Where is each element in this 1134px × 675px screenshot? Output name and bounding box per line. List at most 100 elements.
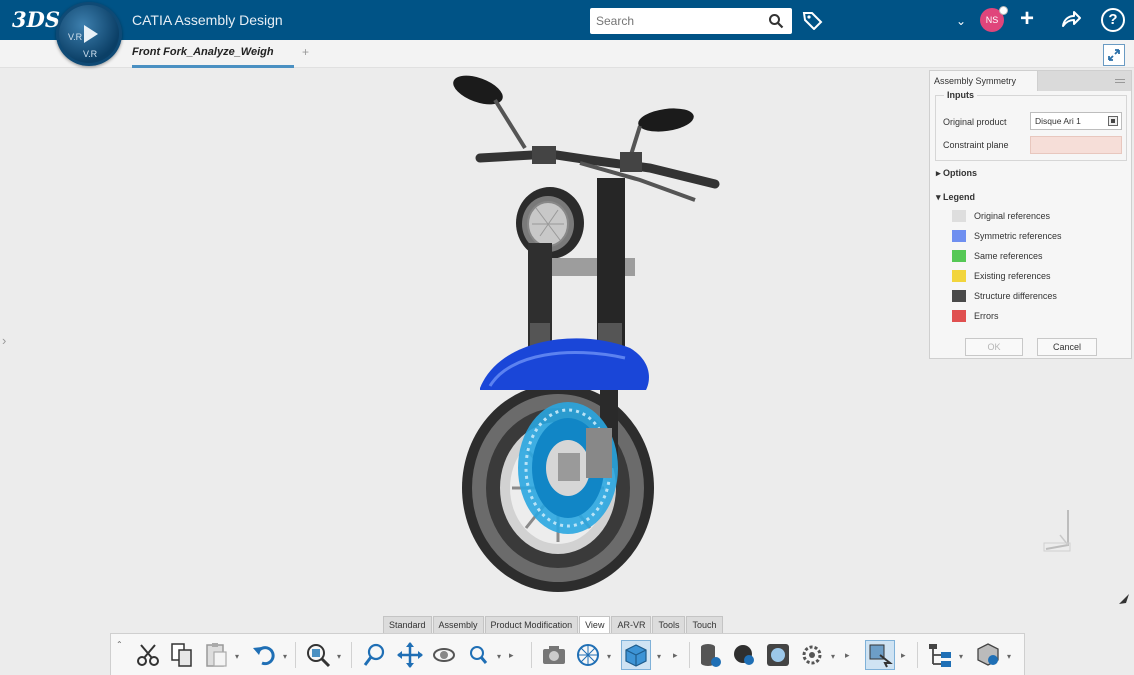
- document-tab[interactable]: Front Fork_Analyze_Weigh: [132, 46, 298, 58]
- share-icon[interactable]: [1060, 9, 1082, 34]
- chevron-right-icon[interactable]: ›: [2, 333, 6, 348]
- chevron-down-icon[interactable]: ▾: [831, 652, 835, 661]
- legend-label: Symmetric references: [974, 231, 1062, 241]
- arrow-icon[interactable]: [1117, 592, 1131, 611]
- 3d-model-viewport[interactable]: [440, 68, 740, 598]
- compass-label-bottom: V.R: [83, 49, 98, 59]
- ok-button[interactable]: OK: [965, 338, 1023, 356]
- tab-tools[interactable]: Tools: [652, 616, 686, 633]
- search-input[interactable]: [596, 12, 761, 30]
- assembly-symmetry-panel: Assembly Symmetry Inputs Original produc…: [929, 70, 1132, 359]
- globe-settings-icon[interactable]: [729, 640, 759, 670]
- original-product-label: Original product: [943, 117, 1007, 127]
- shading-icon[interactable]: [621, 640, 651, 670]
- database-icon[interactable]: [695, 640, 725, 670]
- status-indicator: [999, 6, 1008, 15]
- legend-label: Legend: [943, 192, 976, 202]
- separator: [351, 642, 352, 668]
- grip-icon[interactable]: [1115, 79, 1125, 83]
- chevron-right-icon[interactable]: ▸: [509, 650, 514, 661]
- fit-all-icon[interactable]: [303, 640, 333, 670]
- legend-section-toggle[interactable]: ▾ Legend: [936, 192, 975, 203]
- render-icon[interactable]: [763, 640, 793, 670]
- chevron-down-icon[interactable]: ⌄: [956, 14, 966, 28]
- legend-label: Errors: [974, 311, 999, 321]
- undo-icon[interactable]: [249, 640, 279, 670]
- gear-icon[interactable]: [797, 640, 827, 670]
- zoom-icon[interactable]: [361, 640, 391, 670]
- tab-standard[interactable]: Standard: [383, 616, 432, 633]
- chevron-right-icon[interactable]: ▸: [901, 650, 906, 661]
- tab-view[interactable]: View: [579, 616, 611, 633]
- rotate-icon[interactable]: [429, 640, 459, 670]
- view-mode-icon[interactable]: [573, 640, 603, 670]
- chevron-down-icon[interactable]: ▾: [1007, 652, 1011, 661]
- tree-icon[interactable]: [925, 640, 955, 670]
- paste-icon[interactable]: [201, 640, 231, 670]
- chevron-right-icon[interactable]: ▸: [673, 650, 678, 661]
- legend-label: Original references: [974, 211, 1051, 221]
- top-bar: 3DS CATIA Assembly Design ⌄ NS + ?: [0, 0, 1134, 40]
- chevron-right-icon: ▸: [936, 168, 944, 178]
- pan-icon[interactable]: [395, 640, 425, 670]
- select-icon[interactable]: [1108, 116, 1118, 126]
- axis-triad-icon[interactable]: [1040, 505, 1080, 560]
- cancel-button[interactable]: Cancel: [1037, 338, 1097, 356]
- tab-touch[interactable]: Touch: [686, 616, 723, 633]
- tag-icon[interactable]: [802, 10, 824, 35]
- play-icon[interactable]: [84, 25, 98, 43]
- capture-icon[interactable]: [539, 640, 569, 670]
- copy-icon[interactable]: [167, 640, 197, 670]
- separator: [295, 642, 296, 668]
- tab-assembly[interactable]: Assembly: [432, 616, 484, 633]
- tab-ar-vr[interactable]: AR-VR: [611, 616, 652, 633]
- separator: [917, 642, 918, 668]
- chevron-right-icon[interactable]: ▸: [845, 650, 850, 661]
- compass-widget[interactable]: V.R V.R: [56, 2, 122, 66]
- legend-swatch: [952, 230, 966, 242]
- active-tab-indicator: [132, 65, 294, 68]
- constraint-plane-label: Constraint plane: [943, 140, 1009, 150]
- options-label: Options: [943, 168, 978, 178]
- chevron-down-icon[interactable]: ▾: [283, 652, 287, 661]
- chevron-down-icon[interactable]: ▾: [497, 652, 501, 661]
- legend-label: Structure differences: [974, 291, 1057, 301]
- legend-label: Existing references: [974, 271, 1051, 281]
- legend-swatch: [952, 310, 966, 322]
- compass-label-left: V.R: [68, 32, 83, 42]
- legend-label: Same references: [974, 251, 1043, 261]
- legend-swatch: [952, 270, 966, 282]
- help-icon[interactable]: ?: [1101, 8, 1125, 32]
- separator: [689, 642, 690, 668]
- chevron-down-icon[interactable]: ▾: [607, 652, 611, 661]
- legend-swatch: [952, 250, 966, 262]
- original-product-value: Disque Ari 1: [1035, 116, 1081, 126]
- assembly-cube-icon[interactable]: [973, 640, 1003, 670]
- plus-icon[interactable]: +: [1020, 6, 1034, 32]
- constraint-plane-field[interactable]: [1030, 136, 1122, 154]
- chevron-down-icon[interactable]: ▾: [235, 652, 239, 661]
- options-section-toggle[interactable]: ▸ Options: [936, 168, 977, 179]
- search-box[interactable]: [590, 8, 792, 34]
- inputs-group: Inputs Original product Disque Ari 1 Con…: [935, 90, 1127, 161]
- add-tab-button[interactable]: +: [302, 45, 309, 59]
- chevron-down-icon[interactable]: ▾: [337, 652, 341, 661]
- separator: [531, 642, 532, 668]
- zoom-in-out-icon[interactable]: [463, 640, 493, 670]
- selection-icon[interactable]: [865, 640, 895, 670]
- collapse-toolbar-icon[interactable]: ⌃: [116, 640, 123, 649]
- section-tabs: Standard Assembly Product Modification V…: [383, 616, 724, 633]
- original-product-field[interactable]: Disque Ari 1: [1030, 112, 1122, 130]
- tab-product-modification[interactable]: Product Modification: [484, 616, 579, 633]
- chevron-down-icon[interactable]: ▾: [657, 652, 661, 661]
- app-title: CATIA Assembly Design: [132, 12, 283, 28]
- cut-icon[interactable]: [133, 640, 163, 670]
- panel-titlebar[interactable]: Assembly Symmetry: [930, 71, 1131, 91]
- document-tab-strip: Front Fork_Analyze_Weigh +: [0, 40, 1134, 68]
- fullscreen-button[interactable]: [1103, 44, 1125, 66]
- panel-title: Assembly Symmetry: [930, 71, 1038, 91]
- search-icon[interactable]: [768, 13, 784, 34]
- legend-swatch: [952, 210, 966, 222]
- inputs-title: Inputs: [944, 90, 977, 100]
- chevron-down-icon[interactable]: ▾: [959, 652, 963, 661]
